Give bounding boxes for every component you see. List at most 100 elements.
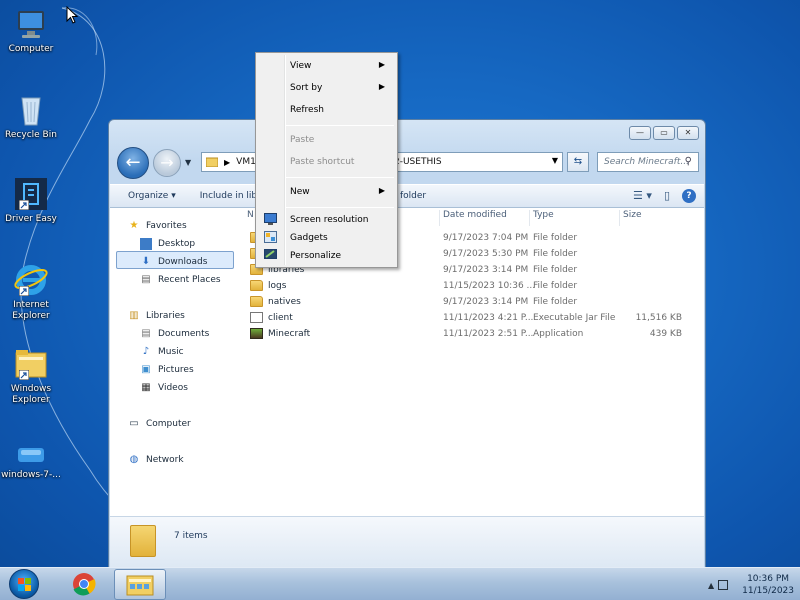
menu-item-sort-by[interactable]: Sort by ▶ <box>258 78 395 98</box>
desktop-icon-label: Driver Easy <box>5 214 57 224</box>
folder-icon <box>206 157 218 167</box>
personalize-icon <box>264 249 277 259</box>
breadcrumb-vm1[interactable]: VM1 <box>236 157 256 167</box>
action-center-flag-icon[interactable] <box>718 580 729 590</box>
explorer-window[interactable]: — ▭ ✕ ← → ▼ ▶ VM1 2-USETHIS ▼ ⇆ Search M… <box>108 119 706 569</box>
desktop-icon-driver-easy[interactable]: Driver Easy <box>0 176 62 225</box>
taskbar-windows-explorer[interactable] <box>114 569 166 600</box>
menu-item-view[interactable]: View ▶ <box>258 56 395 76</box>
column-header-type[interactable]: Type <box>533 210 554 226</box>
clock-time: 10:36 PM <box>747 574 790 584</box>
menu-item-paste: Paste <box>290 135 315 145</box>
menu-item-screen-resolution[interactable]: Screen resolution <box>258 210 395 230</box>
menu-item-personalize[interactable]: Personalize <box>258 246 395 266</box>
nav-desktop[interactable]: Desktop <box>140 236 195 252</box>
nav-computer[interactable]: ▭ Computer <box>128 416 190 432</box>
start-button[interactable] <box>9 569 39 599</box>
address-dropdown-icon[interactable]: ▼ <box>552 156 558 165</box>
desktop-icon-windows-7-file[interactable]: windows-7-... <box>0 440 62 481</box>
nav-downloads[interactable]: ⬇ Downloads <box>140 254 208 270</box>
submenu-arrow-icon: ▶ <box>378 82 385 91</box>
folder-icon <box>250 296 263 307</box>
gadgets-icon <box>264 231 277 243</box>
desktop-icon-computer[interactable]: Computer <box>0 6 62 55</box>
column-header-name[interactable]: N <box>247 210 254 226</box>
nav-music[interactable]: ♪ Music <box>140 344 184 360</box>
jar-file-icon <box>250 312 263 323</box>
windows-logo-icon <box>18 578 31 591</box>
folder-icon <box>250 280 263 291</box>
recent-pages-dropdown[interactable]: ▼ <box>185 158 191 167</box>
nav-pictures[interactable]: ▣ Pictures <box>140 362 193 378</box>
windows-explorer-icon <box>126 575 154 596</box>
menu-item-gadgets[interactable]: Gadgets <box>258 228 395 248</box>
navigation-pane: ★ Favorites Desktop ⬇ Downloads ▤ Recent Pl… <box>110 208 238 516</box>
organize-button[interactable]: Organize ▾ <box>128 191 176 201</box>
computer-icon: ▭ <box>129 418 139 429</box>
explorer-content: ★ Favorites Desktop ⬇ Downloads ▤ Recent Pl… <box>110 208 704 516</box>
show-hidden-icons-icon[interactable]: ▲ <box>708 581 714 590</box>
column-header-date-modified[interactable]: Date modified <box>443 210 507 226</box>
file-row[interactable]: logs 11/15/2023 10:36 ... File folder <box>250 279 700 295</box>
window-controls: — ▭ ✕ <box>629 126 699 140</box>
menu-separator <box>286 125 394 126</box>
recycle-bin-icon <box>13 92 49 128</box>
clock-date: 11/15/2023 <box>742 586 794 596</box>
column-header-size[interactable]: Size <box>623 210 641 226</box>
minimize-button[interactable]: — <box>629 126 651 140</box>
menu-separator <box>286 207 394 208</box>
command-bar: Organize ▾ Include in libra folder ☰ ▾ ▯… <box>110 184 704 208</box>
nav-documents[interactable]: ▤ Documents <box>140 326 209 342</box>
new-folder-button[interactable]: folder <box>400 191 426 201</box>
desktop-icon-recycle-bin[interactable]: Recycle Bin <box>0 92 62 141</box>
breadcrumb-current[interactable]: 2-USETHIS <box>394 157 442 167</box>
desktop-icon-label: Recycle Bin <box>5 130 57 140</box>
minecraft-app-icon <box>250 328 263 339</box>
preview-pane-icon[interactable]: ▯ <box>664 189 670 203</box>
column-separator[interactable] <box>529 210 530 226</box>
refresh-button[interactable]: ⇆ <box>567 152 589 172</box>
nav-favorites[interactable]: ★ Favorites <box>128 218 187 234</box>
download-icon: ⬇ <box>141 256 151 267</box>
maximize-button[interactable]: ▭ <box>653 126 675 140</box>
context-menu: View ▶ Sort by ▶ Refresh Paste Paste short… <box>255 52 398 268</box>
desktop-icon-label: Internet Explorer <box>12 300 50 321</box>
submenu-arrow-icon: ▶ <box>378 186 385 195</box>
screen-resolution-icon <box>264 213 277 225</box>
network-icon: ◍ <box>129 454 139 465</box>
view-options-icon[interactable]: ☰ ▾ <box>633 189 652 203</box>
menu-item-new[interactable]: New ▶ <box>258 182 395 202</box>
submenu-arrow-icon: ▶ <box>378 60 385 69</box>
clock[interactable]: 10:36 PM 11/15/2023 <box>742 573 794 597</box>
close-button[interactable]: ✕ <box>677 126 699 140</box>
search-input[interactable]: Search Minecraft... ⚲ <box>597 152 699 172</box>
desktop-icon-label: Windows Explorer <box>10 384 52 405</box>
details-pane: 7 items <box>110 516 704 568</box>
recent-places-icon: ▤ <box>141 274 151 285</box>
menu-item-refresh[interactable]: Refresh <box>258 100 395 120</box>
mouse-cursor-icon <box>66 6 78 24</box>
nav-network[interactable]: ◍ Network <box>128 452 184 468</box>
nav-recent-places[interactable]: ▤ Recent Places <box>140 272 220 288</box>
taskbar-chrome[interactable] <box>58 569 110 600</box>
disc-image-icon <box>13 440 49 468</box>
column-separator[interactable] <box>619 210 620 226</box>
internet-explorer-icon <box>13 262 49 298</box>
pictures-icon: ▣ <box>141 364 151 375</box>
forward-button[interactable]: → <box>153 149 181 177</box>
file-row[interactable]: client 11/11/2023 4:21 P... Executable J… <box>250 311 700 327</box>
nav-videos[interactable]: ▦ Videos <box>140 380 188 396</box>
back-button[interactable]: ← <box>117 147 149 179</box>
file-row[interactable]: Minecraft 11/11/2023 2:51 P... Applicati… <box>250 327 700 343</box>
desktop-icon-internet-explorer[interactable]: Internet Explorer <box>0 262 62 322</box>
search-icon[interactable]: ⚲ <box>685 156 692 167</box>
file-row[interactable]: natives 9/17/2023 3:14 PM File folder <box>250 295 700 311</box>
windows-explorer-icon <box>13 346 49 382</box>
help-icon[interactable]: ? <box>682 189 696 203</box>
column-separator[interactable] <box>439 210 440 226</box>
menu-item-paste-shortcut: Paste shortcut <box>290 157 355 167</box>
desktop-icon-windows-explorer[interactable]: Windows Explorer <box>0 346 62 406</box>
star-icon: ★ <box>129 220 139 231</box>
item-count: 7 items <box>174 531 208 541</box>
nav-libraries[interactable]: ▥ Libraries <box>128 308 185 324</box>
